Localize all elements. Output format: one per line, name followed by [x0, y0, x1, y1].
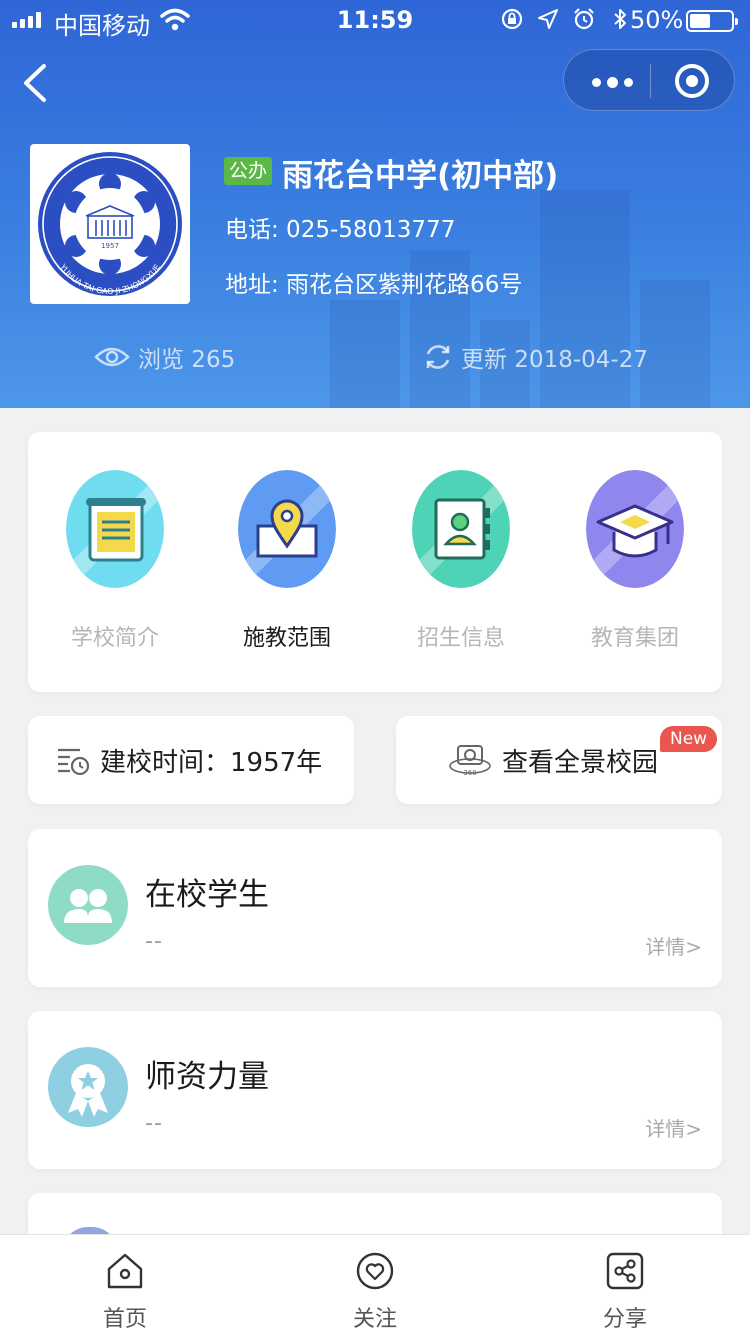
home-icon	[107, 1253, 143, 1289]
category-label: 招生信息	[416, 626, 505, 651]
public-school-badge: 公办	[224, 157, 273, 185]
teachers-card[interactable]: 师资力量 -- 详情>	[28, 1011, 722, 1169]
camera-360-icon: 360	[449, 745, 491, 777]
category-label: 教育集团	[590, 626, 679, 651]
school-phone[interactable]: 电话: 025-58013777	[225, 210, 455, 244]
svg-text:1957: 1957	[101, 242, 119, 250]
scroll-icon	[66, 470, 164, 588]
refresh-icon	[426, 345, 450, 369]
tab-share[interactable]: 分享	[555, 1251, 695, 1333]
school-header: 中国移动 11:59 50% 1957 YUHUA TAI GAO JI ZHO…	[0, 0, 750, 408]
history-list-icon	[58, 748, 90, 776]
bluetooth-icon	[614, 9, 626, 29]
students-card[interactable]: 在校学生 -- 详情>	[28, 829, 722, 987]
share-icon	[606, 1252, 644, 1290]
category-teaching-range[interactable]: 施教范围	[222, 470, 352, 652]
founded-text: 建校时间：1957年	[100, 747, 323, 778]
detail-link[interactable]: 详情>	[645, 931, 702, 960]
card-value: --	[145, 1111, 163, 1136]
students-icon	[48, 865, 128, 945]
tab-follow[interactable]: 关注	[305, 1251, 445, 1333]
graduation-cap-icon	[586, 470, 684, 588]
panorama-text: 查看全景校园	[502, 747, 659, 778]
tab-home[interactable]: 首页	[55, 1251, 195, 1333]
category-card: 学校简介 施教范围 招生信息 教育集团	[28, 432, 722, 692]
detail-link[interactable]: 详情>	[645, 1113, 702, 1142]
alarm-icon	[574, 8, 594, 30]
category-education-group[interactable]: 教育集团	[570, 470, 700, 652]
tab-label: 首页	[102, 1307, 147, 1332]
views-text: 浏览 265	[138, 347, 236, 373]
battery-icon	[686, 10, 738, 32]
panorama-card[interactable]: 360 查看全景校园 New	[396, 716, 722, 804]
school-emblem-icon: 1957 YUHUA TAI GAO JI ZHONGXUE	[38, 152, 182, 296]
tab-label: 关注	[352, 1307, 397, 1332]
views-count: 浏览 265	[94, 340, 235, 374]
status-bar: 中国移动 11:59 50%	[0, 0, 750, 40]
category-label: 施教范围	[242, 626, 331, 651]
category-label: 学校简介	[70, 626, 159, 651]
card-title: 在校学生	[145, 877, 269, 913]
target-circle-icon[interactable]	[675, 64, 709, 98]
tab-bar: 首页 关注 分享	[0, 1234, 750, 1334]
tab-label: 分享	[602, 1307, 647, 1332]
eye-icon	[94, 347, 130, 367]
more-dots-icon[interactable]	[592, 77, 633, 88]
school-address[interactable]: 地址: 雨花台区紫荆花路66号	[225, 265, 522, 299]
battery-percent: 50%	[630, 6, 684, 34]
school-logo: 1957 YUHUA TAI GAO JI ZHONGXUE	[30, 144, 190, 304]
contact-book-icon	[412, 470, 510, 588]
chevron-left-icon[interactable]	[20, 62, 50, 104]
update-date: 更新 2018-04-27	[423, 340, 648, 374]
category-enrollment-info[interactable]: 招生信息	[396, 470, 526, 652]
founded-year-card: 建校时间：1957年	[28, 716, 354, 804]
location-arrow-icon	[538, 9, 558, 29]
rotation-lock-icon	[501, 8, 523, 30]
card-title: 师资力量	[145, 1059, 269, 1095]
card-value: --	[145, 929, 163, 954]
new-badge: New	[660, 726, 718, 752]
updated-text: 更新 2018-04-27	[461, 347, 648, 373]
mini-program-capsule	[563, 49, 735, 111]
map-pin-icon	[238, 470, 336, 588]
svg-text:360: 360	[463, 769, 476, 777]
heart-icon	[356, 1252, 394, 1290]
award-ribbon-icon	[48, 1047, 128, 1127]
school-name: 雨花台中学(初中部)	[282, 158, 559, 194]
category-school-intro[interactable]: 学校简介	[50, 470, 180, 652]
